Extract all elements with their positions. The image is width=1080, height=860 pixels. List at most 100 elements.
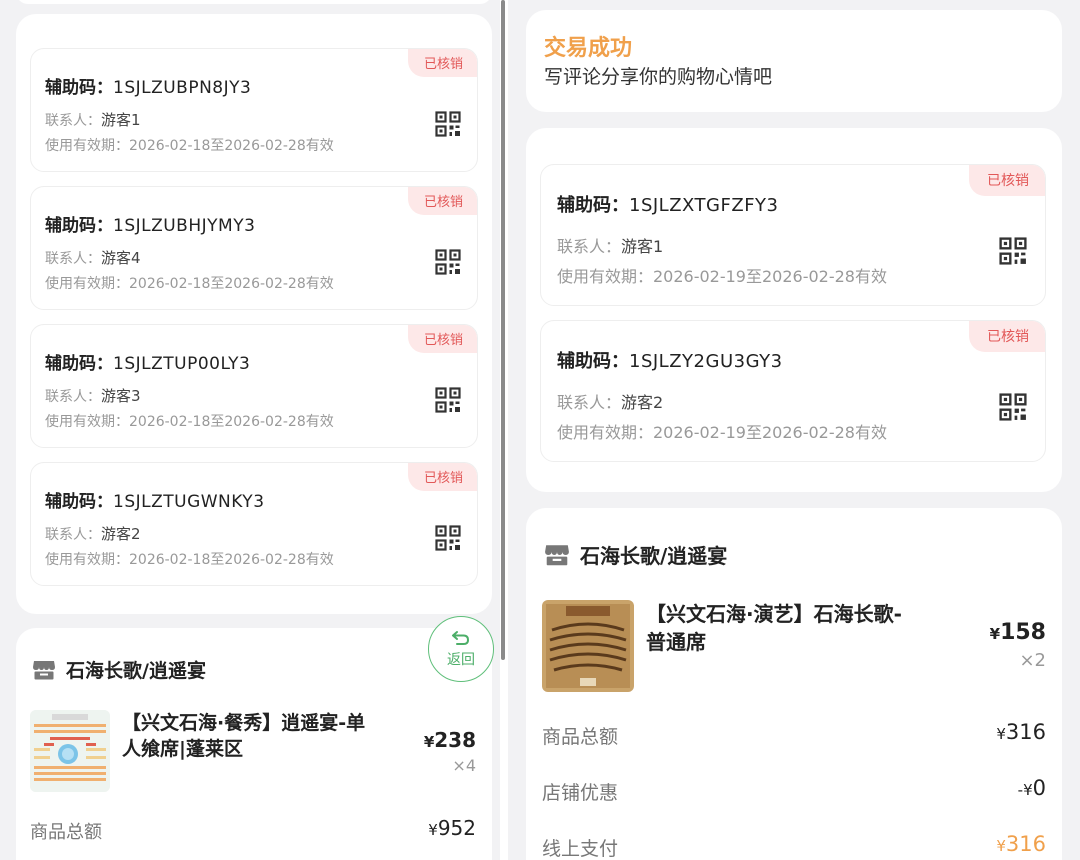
scrollbar-thumb[interactable] (501, 0, 505, 660)
contact-row: 联系人：游客4 (45, 247, 141, 268)
product-title[interactable]: 【兴文石海·演艺】石海长歌- 普通席 (646, 600, 946, 656)
currency-symbol: ¥ (428, 821, 438, 839)
contact-name: 游客2 (621, 393, 664, 412)
product-title-line: 普通席 (646, 630, 706, 654)
ticket-item[interactable]: 已核销 辅助码：1SJLZUBHJYMY3 联系人：游客4 使用有效期：2026… (30, 186, 478, 310)
assist-code: 辅助码：1SJLZTUP00LY3 (45, 349, 250, 374)
amount-value: 952 (437, 816, 476, 840)
status-badge: 已核销 (407, 325, 477, 353)
status-badge: 已核销 (969, 165, 1045, 196)
contact-name: 游客1 (621, 237, 664, 256)
contact-row: 联系人：游客1 (45, 109, 141, 130)
contact-label: 联系人： (557, 237, 622, 256)
summary-label: 线上支付 (542, 838, 619, 860)
validity-period: 使用有效期：2026-02-18至2026-02-28有效 (45, 276, 334, 292)
product-card: 石海长歌/逍遥宴 【兴文石海·演艺】石海长歌- 普通席 ¥158 ×2 商品总额… (526, 508, 1062, 860)
contact-name: 游客3 (101, 387, 141, 405)
validity-period: 使用有效期：2026-02-19至2026-02-28有效 (557, 267, 887, 286)
summary-value-paid: ¥316 (996, 832, 1046, 856)
contact-label: 联系人： (45, 113, 101, 129)
ticket-list-card: 已核销 辅助码：1SJLZUBPN8JY3 联系人：游客1 使用有效期：2026… (16, 14, 492, 614)
return-label: 返回 (447, 652, 475, 668)
store-row[interactable]: 石海长歌/逍遥宴 (32, 656, 206, 683)
assist-code: 辅助码：1SJLZUBPN8JY3 (45, 73, 251, 98)
product-title-line: 【兴文石海·演艺】石海长歌- (646, 602, 902, 626)
store-icon (545, 544, 569, 565)
qr-code-icon[interactable] (435, 387, 461, 413)
contact-name: 游客1 (101, 111, 141, 129)
product-title[interactable]: 【兴文石海·餐秀】逍遥宴-单 人飨席|蓬莱区 (122, 710, 392, 762)
assist-code-value: 1SJLZTUP00LY3 (113, 354, 251, 374)
assist-code-label: 辅助码： (45, 78, 113, 98)
store-name: 石海长歌/逍遥宴 (580, 544, 728, 568)
right-order-panel: 交易成功 写评论分享你的购物心情吧 已核销 辅助码：1SJLZXTGFZFY3 … (508, 0, 1080, 860)
contact-row: 联系人：游客2 (557, 389, 663, 413)
summary-value: ¥316 (996, 720, 1046, 744)
summary-value: -¥0 (1018, 776, 1046, 800)
currency-symbol: -¥ (1017, 781, 1033, 799)
contact-row: 联系人：游客2 (45, 523, 141, 544)
product-title-line: 【兴文石海·餐秀】逍遥宴-单 (122, 712, 366, 734)
currency-symbol: ¥ (996, 837, 1006, 855)
price-value: 238 (434, 728, 476, 752)
ticket-list-card: 已核销 辅助码：1SJLZXTGFZFY3 联系人：游客1 使用有效期：2026… (526, 128, 1062, 492)
ticket-item[interactable]: 已核销 辅助码：1SJLZTUP00LY3 联系人：游客3 使用有效期：2026… (30, 324, 478, 448)
assist-code-value: 1SJLZY2GU3GY3 (629, 351, 783, 372)
product-thumbnail[interactable] (542, 600, 634, 692)
currency-symbol: ¥ (989, 625, 1001, 643)
summary-label: 店铺优惠 (542, 782, 619, 804)
assist-code-value: 1SJLZXTGFZFY3 (629, 195, 779, 216)
contact-name: 游客2 (101, 525, 141, 543)
assist-code: 辅助码：1SJLZXTGFZFY3 (557, 191, 779, 217)
store-row[interactable]: 石海长歌/逍遥宴 (544, 540, 727, 569)
store-name: 石海长歌/逍遥宴 (66, 660, 206, 682)
amount-value: 0 (1032, 776, 1046, 800)
validity-period: 使用有效期：2026-02-18至2026-02-28有效 (45, 414, 334, 430)
assist-code-value: 1SJLZUBPN8JY3 (113, 78, 252, 98)
qr-code-icon[interactable] (435, 249, 461, 275)
status-badge: 已核销 (969, 321, 1045, 352)
summary-label: 商品总额 (542, 726, 619, 748)
ticket-item[interactable]: 已核销 辅助码：1SJLZUBPN8JY3 联系人：游客1 使用有效期：2026… (30, 48, 478, 172)
assist-code-label: 辅助码： (557, 351, 629, 372)
theater-seat-image (542, 600, 634, 692)
validity-period: 使用有效期：2026-02-19至2026-02-28有效 (557, 423, 887, 442)
qr-code-icon[interactable] (999, 237, 1027, 265)
product-quantity: ×4 (452, 756, 476, 775)
product-thumbnail[interactable] (30, 710, 110, 792)
status-badge: 已核销 (407, 49, 477, 77)
qr-code-icon[interactable] (435, 525, 461, 551)
ticket-item[interactable]: 已核销 辅助码：1SJLZXTGFZFY3 联系人：游客1 使用有效期：2026… (540, 164, 1046, 306)
contact-name: 游客4 (101, 249, 141, 267)
left-order-panel: 已核销 辅助码：1SJLZUBPN8JY3 联系人：游客1 使用有效期：2026… (0, 0, 500, 860)
assist-code: 辅助码：1SJLZUBHJYMY3 (45, 211, 255, 236)
product-title-line: 人飨席|蓬莱区 (122, 738, 243, 760)
qr-code-icon[interactable] (435, 111, 461, 137)
product-quantity: ×2 (1019, 650, 1046, 671)
product-card: 石海长歌/逍遥宴 【兴文石海·餐秀】逍遥宴-单 人飨席|蓬莱区 ¥238 ×4 … (16, 628, 492, 860)
assist-code-label: 辅助码： (557, 195, 629, 216)
amount-value: 316 (1005, 720, 1046, 744)
product-price: ¥238 (424, 728, 476, 752)
contact-label: 联系人： (45, 251, 101, 267)
assist-code: 辅助码：1SJLZTUGWNKY3 (45, 487, 265, 512)
return-arrow-icon (452, 631, 470, 645)
currency-symbol: ¥ (423, 733, 435, 751)
panel-divider (500, 0, 508, 860)
assist-code-label: 辅助码： (45, 492, 113, 512)
order-status-card[interactable]: 交易成功 写评论分享你的购物心情吧 (526, 10, 1062, 112)
ticket-item[interactable]: 已核销 辅助码：1SJLZTUGWNKY3 联系人：游客2 使用有效期：2026… (30, 462, 478, 586)
currency-symbol: ¥ (996, 725, 1006, 743)
contact-label: 联系人： (557, 393, 622, 412)
review-prompt: 写评论分享你的购物心情吧 (544, 66, 773, 88)
return-button[interactable]: 返回 (428, 616, 494, 682)
assist-code-label: 辅助码： (45, 216, 113, 236)
assist-code-value: 1SJLZUBHJYMY3 (113, 216, 256, 236)
summary-label: 商品总额 (30, 822, 102, 843)
status-badge: 已核销 (407, 463, 477, 491)
product-price: ¥158 (990, 620, 1046, 645)
seat-map-image (30, 710, 110, 792)
qr-code-icon[interactable] (999, 393, 1027, 421)
ticket-item[interactable]: 已核销 辅助码：1SJLZY2GU3GY3 联系人：游客2 使用有效期：2026… (540, 320, 1046, 462)
contact-label: 联系人： (45, 527, 101, 543)
